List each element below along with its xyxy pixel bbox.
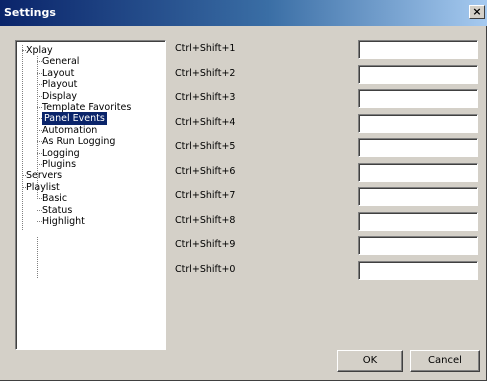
shortcut-label: Ctrl+Shift+8 — [175, 214, 236, 226]
shortcut-label: Ctrl+Shift+2 — [175, 67, 236, 79]
shortcut-input[interactable] — [358, 236, 478, 255]
shortcut-input[interactable] — [358, 64, 478, 84]
shortcut-label: Ctrl+Shift+0 — [175, 263, 236, 275]
shortcut-label: Ctrl+Shift+7 — [175, 190, 236, 201]
shortcut-label: Ctrl+Shift+4 — [175, 116, 236, 128]
close-button[interactable]: × — [469, 5, 485, 19]
shortcut-input[interactable] — [358, 40, 478, 59]
shortcut-label: Ctrl+Shift+3 — [175, 92, 236, 103]
shortcut-input[interactable] — [358, 89, 478, 108]
shortcut-input[interactable] — [358, 162, 478, 182]
shortcut-label: Ctrl+Shift+9 — [175, 239, 236, 250]
shortcut-label: Ctrl+Shift+6 — [175, 165, 236, 177]
settings-tree[interactable]: Xplay General Layout Playout Display Template… — [15, 40, 166, 350]
ok-button[interactable]: OK — [337, 350, 403, 372]
title-bar[interactable]: Settings × — [0, 0, 487, 26]
shortcut-input[interactable] — [358, 138, 478, 157]
window-title: Settings — [4, 6, 56, 19]
cancel-button[interactable]: Cancel — [410, 350, 480, 372]
tree-root-line — [22, 45, 23, 230]
shortcut-label: Ctrl+Shift+5 — [175, 141, 236, 152]
shortcut-input[interactable] — [358, 260, 478, 280]
shortcut-input[interactable] — [358, 113, 478, 133]
shortcut-input[interactable] — [358, 211, 478, 231]
tree-playlist-line — [37, 237, 38, 278]
shortcut-label: Ctrl+Shift+1 — [175, 43, 236, 54]
settings-dialog: Settings × Xplay General Layout Playout Disp… — [0, 0, 487, 381]
shortcut-input[interactable] — [358, 187, 478, 206]
tree-item[interactable]: Highlight — [42, 215, 85, 228]
